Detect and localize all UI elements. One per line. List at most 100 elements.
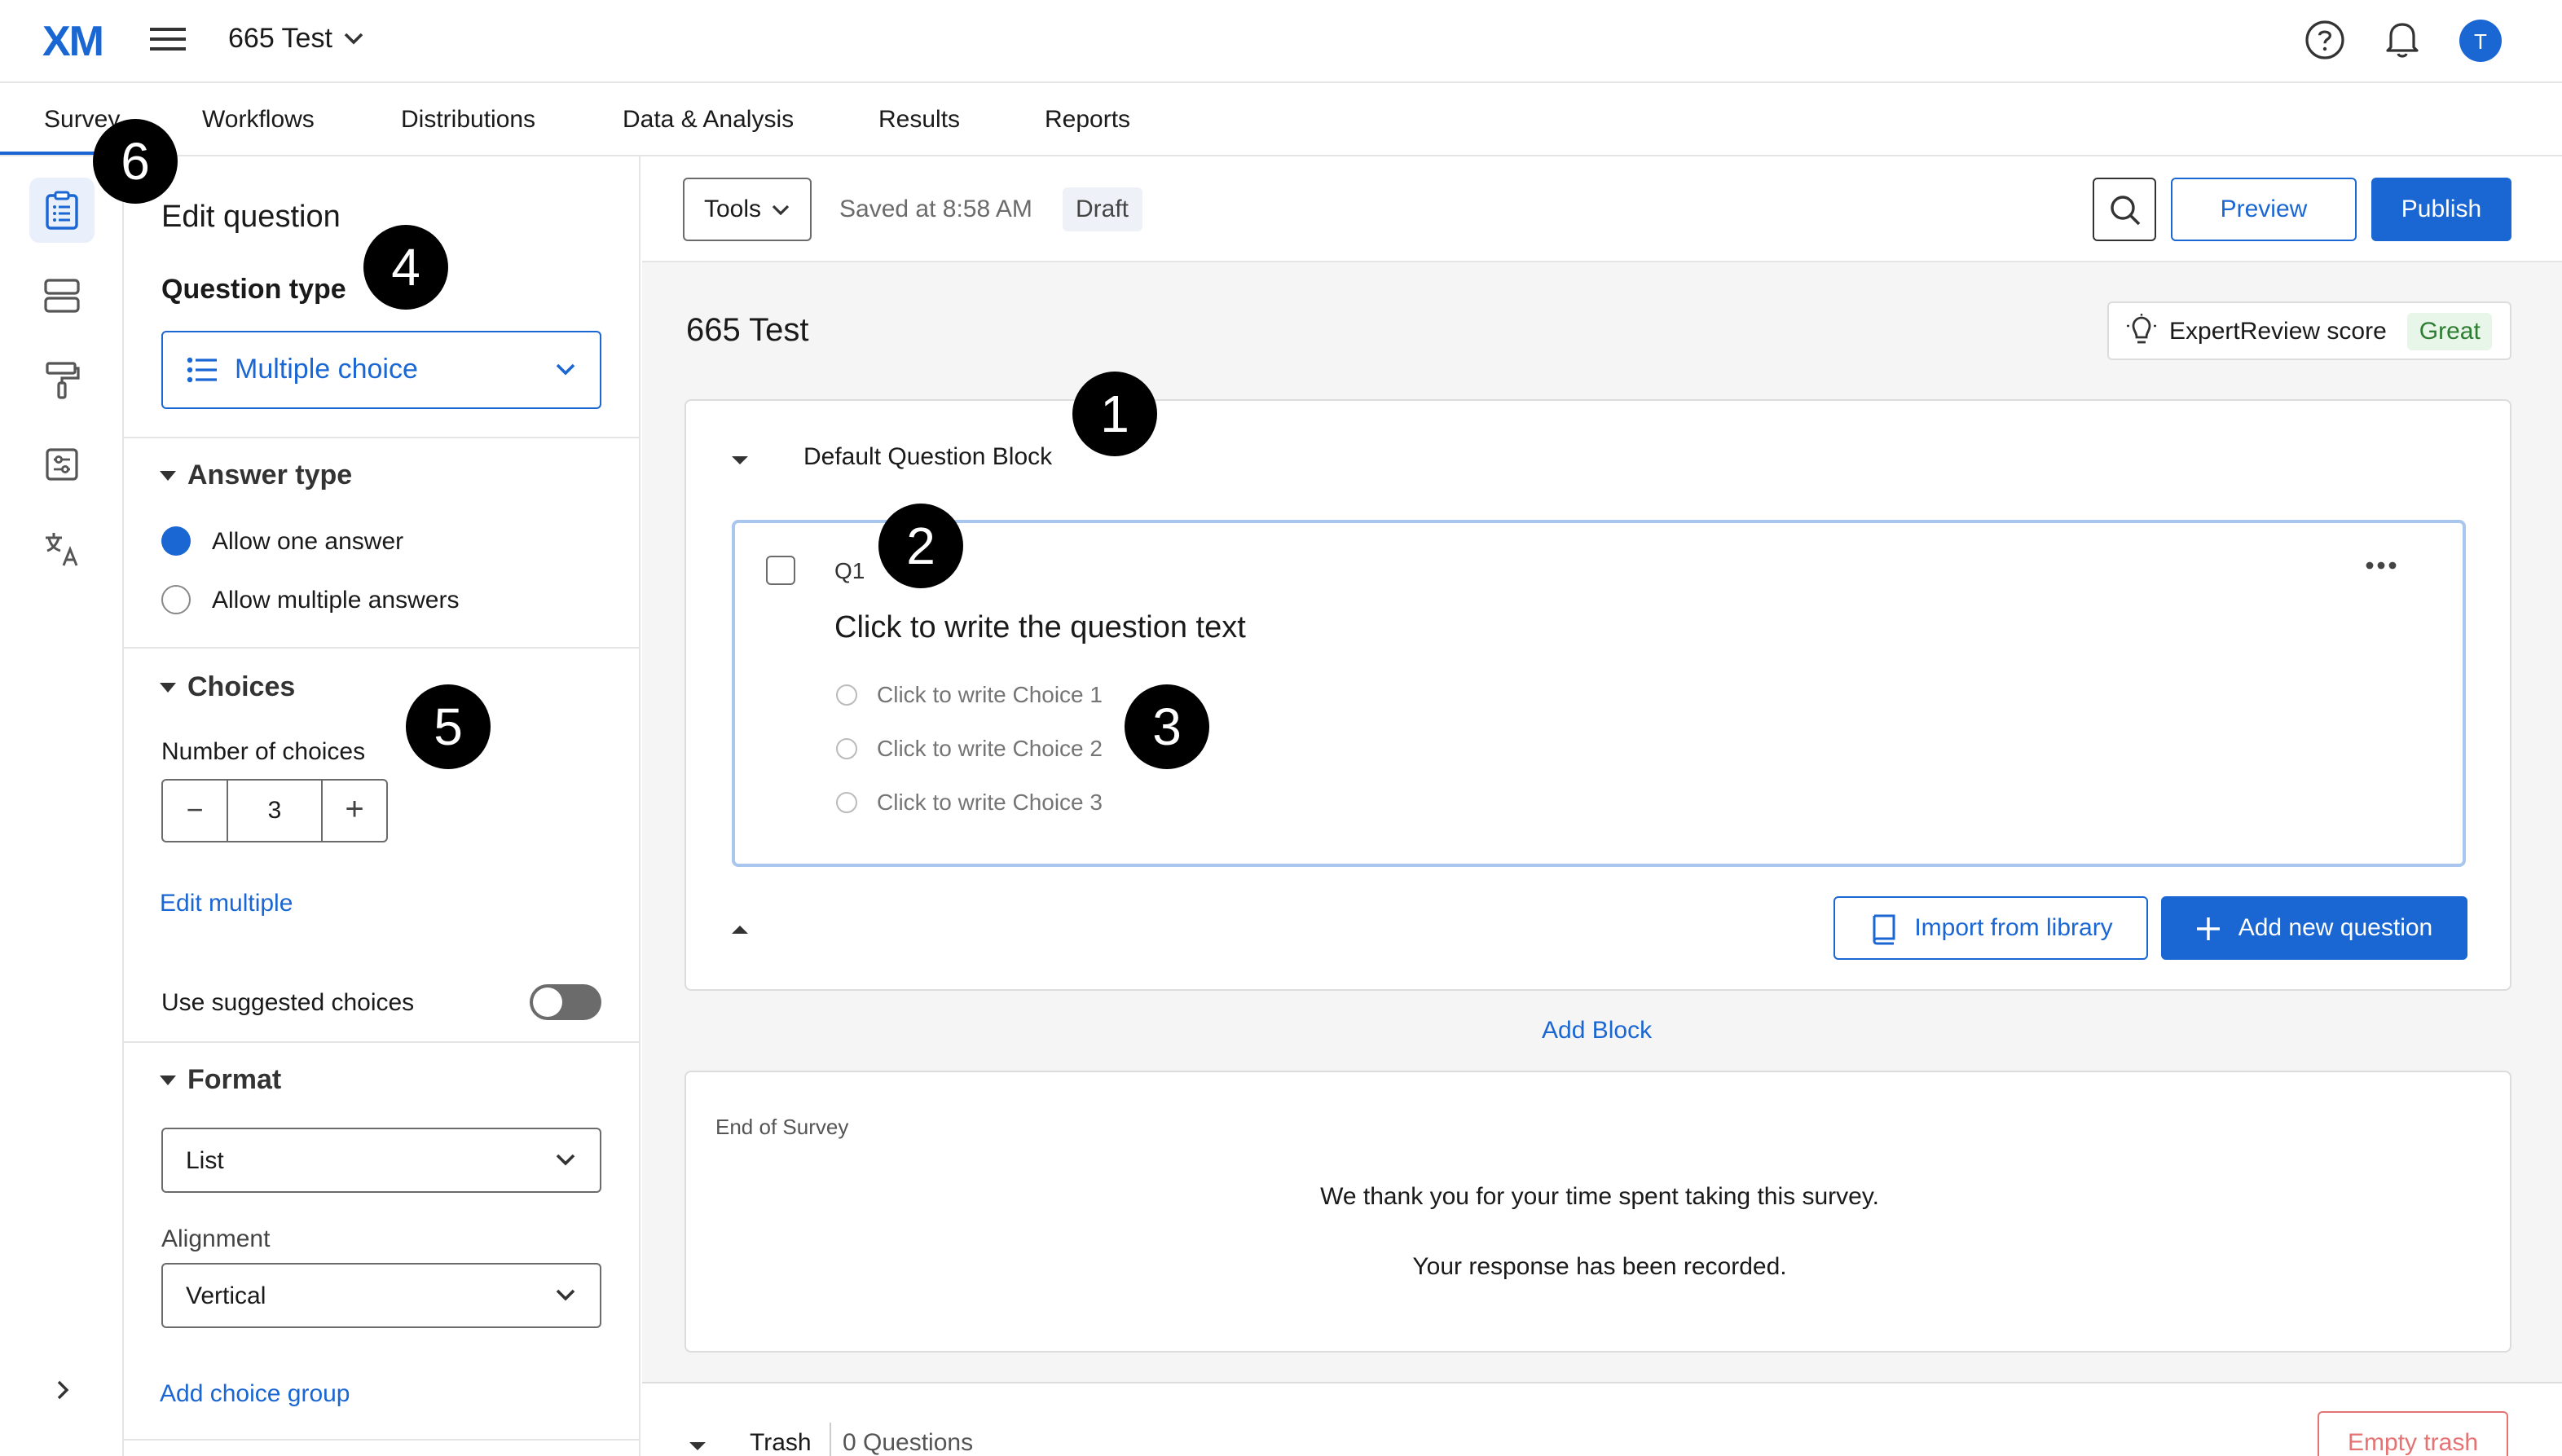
end-of-survey-title: End of Survey xyxy=(715,1115,849,1139)
add-new-question-button[interactable]: Add new question xyxy=(2161,896,2467,960)
divider xyxy=(124,1041,640,1043)
more-options-icon[interactable] xyxy=(2363,559,2399,572)
alignment-label: Alignment xyxy=(161,1225,271,1253)
survey-flow-icon[interactable] xyxy=(29,262,95,328)
expand-rail-icon[interactable] xyxy=(29,1357,95,1423)
survey-builder-icon[interactable] xyxy=(29,178,95,243)
survey-title: 665 Test xyxy=(686,313,809,349)
empty-trash-button[interactable]: Empty trash xyxy=(2318,1411,2508,1456)
lightbulb-icon xyxy=(2125,313,2158,349)
question-card[interactable]: Q1 Click to write the question text Clic… xyxy=(732,520,2466,867)
choice-item[interactable]: Click to write Choice 2 xyxy=(836,735,1103,761)
divider xyxy=(124,1439,640,1441)
allow-one-answer-label[interactable]: Allow one answer xyxy=(212,528,403,556)
alignment-dropdown[interactable]: Vertical xyxy=(161,1263,601,1328)
collapse-up-icon[interactable] xyxy=(732,926,748,934)
choice-text[interactable]: Click to write Choice 3 xyxy=(877,789,1103,815)
number-of-choices-stepper: − 3 + xyxy=(161,779,388,842)
add-choice-group-link[interactable]: Add choice group xyxy=(160,1380,350,1408)
tab-reports[interactable]: Reports xyxy=(1045,106,1130,134)
callout-marker-2: 2 xyxy=(878,504,963,588)
left-rail xyxy=(0,156,124,1456)
search-button[interactable] xyxy=(2093,178,2156,241)
choice-text[interactable]: Click to write Choice 1 xyxy=(877,681,1103,707)
tools-label: Tools xyxy=(703,196,762,223)
allow-multiple-answers-label[interactable]: Allow multiple answers xyxy=(212,587,459,614)
choice-radio[interactable] xyxy=(836,684,857,705)
import-from-library-label: Import from library xyxy=(1914,914,2113,942)
book-icon xyxy=(1869,912,1898,944)
publish-button[interactable]: Publish xyxy=(2371,178,2511,241)
end-of-survey-block[interactable]: End of Survey We thank you for your time… xyxy=(685,1071,2511,1353)
search-icon xyxy=(2108,193,2141,226)
choice-radio[interactable] xyxy=(836,737,857,759)
question-type-label: Question type xyxy=(161,274,346,305)
question-id: Q1 xyxy=(834,557,865,583)
allow-one-answer-radio[interactable] xyxy=(161,526,191,556)
end-message-line-1: We thank you for your time spent taking … xyxy=(1320,1183,1879,1211)
allow-multiple-answers-radio[interactable] xyxy=(161,585,191,614)
choice-text[interactable]: Click to write Choice 2 xyxy=(877,735,1103,761)
collapse-trash-icon[interactable] xyxy=(689,1442,706,1450)
collapse-block-icon[interactable] xyxy=(732,456,748,464)
format-value: List xyxy=(186,1146,224,1174)
chevron-down-icon xyxy=(342,31,365,47)
edit-multiple-link[interactable]: Edit multiple xyxy=(160,890,293,917)
end-message-line-2: Your response has been recorded. xyxy=(1412,1253,1787,1281)
look-and-feel-icon[interactable] xyxy=(29,347,95,412)
editor-toolbar: Tools Saved at 8:58 AM Draft Preview Pub… xyxy=(642,156,2562,262)
tab-data-analysis[interactable]: Data & Analysis xyxy=(623,106,794,134)
import-from-library-button[interactable]: Import from library xyxy=(1833,896,2148,960)
callout-marker-3: 3 xyxy=(1125,684,1209,769)
project-title: 665 Test xyxy=(228,23,332,54)
format-toggle[interactable]: Format xyxy=(160,1064,281,1097)
tab-distributions[interactable]: Distributions xyxy=(401,106,535,134)
question-select-checkbox[interactable] xyxy=(766,556,795,585)
decrement-button[interactable]: − xyxy=(163,781,228,841)
expert-review-label: ExpertReview score xyxy=(2169,317,2387,345)
format-title: Format xyxy=(187,1064,282,1095)
panel-title: Edit question xyxy=(161,200,341,235)
avatar[interactable]: T xyxy=(2459,20,2502,62)
add-block-link[interactable]: Add Block xyxy=(1542,1017,1652,1045)
format-dropdown[interactable]: List xyxy=(161,1128,601,1193)
choice-item[interactable]: Click to write Choice 1 xyxy=(836,681,1103,707)
add-new-question-label: Add new question xyxy=(2238,914,2433,942)
callout-marker-5: 5 xyxy=(406,684,491,769)
menu-icon[interactable] xyxy=(148,23,187,55)
question-block: Default Question Block Q1 Click to write… xyxy=(685,399,2511,991)
question-type-dropdown[interactable]: Multiple choice xyxy=(161,331,601,409)
xm-logo[interactable]: XM xyxy=(42,16,104,67)
tools-button[interactable]: Tools xyxy=(683,178,812,241)
use-suggested-choices-label: Use suggested choices xyxy=(161,989,415,1017)
choice-item[interactable]: Click to write Choice 3 xyxy=(836,789,1103,815)
preview-button[interactable]: Preview xyxy=(2171,178,2357,241)
draft-badge: Draft xyxy=(1063,187,1142,231)
divider xyxy=(124,437,640,438)
divider xyxy=(830,1423,831,1456)
survey-options-icon[interactable] xyxy=(29,432,95,497)
answer-type-title: Answer type xyxy=(187,460,353,490)
expert-review-widget[interactable]: ExpertReview score Great xyxy=(2107,301,2511,360)
answer-type-toggle[interactable]: Answer type xyxy=(160,460,352,492)
question-text[interactable]: Click to write the question text xyxy=(834,611,1246,647)
plus-icon xyxy=(2196,915,2222,941)
project-selector[interactable]: 665 Test xyxy=(228,23,365,55)
choices-toggle[interactable]: Choices xyxy=(160,671,295,704)
block-title[interactable]: Default Question Block xyxy=(803,443,1052,471)
tab-results[interactable]: Results xyxy=(878,106,960,134)
saved-status: Saved at 8:58 AM xyxy=(839,196,1032,223)
bell-icon[interactable] xyxy=(2383,18,2422,60)
trash-bar: Trash 0 Questions Empty trash xyxy=(642,1382,2562,1456)
tab-workflows[interactable]: Workflows xyxy=(202,106,315,134)
callout-marker-6: 6 xyxy=(93,119,178,204)
toggle-knob xyxy=(533,988,562,1017)
choice-radio[interactable] xyxy=(836,791,857,812)
number-of-choices-input[interactable]: 3 xyxy=(228,781,323,841)
edit-question-panel: Edit question Question type Multiple cho… xyxy=(124,156,640,1456)
help-icon[interactable] xyxy=(2304,20,2345,60)
choices-title: Choices xyxy=(187,671,296,702)
increment-button[interactable]: + xyxy=(323,781,386,841)
use-suggested-choices-toggle[interactable] xyxy=(530,984,601,1020)
translate-icon[interactable] xyxy=(29,517,95,582)
